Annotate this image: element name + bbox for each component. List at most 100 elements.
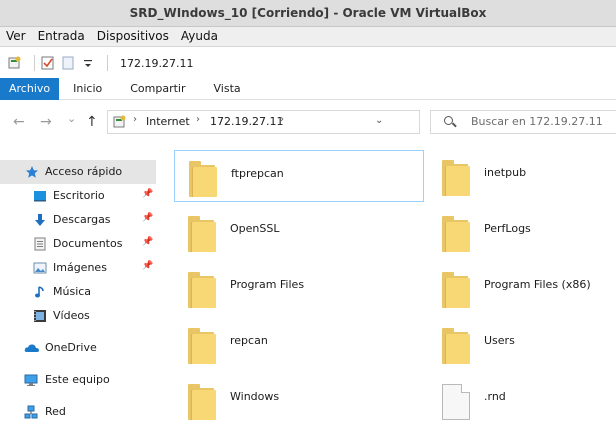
folder-icon [442, 160, 470, 196]
folder-name: Windows [230, 390, 280, 403]
tab-vista[interactable]: Vista [200, 78, 255, 100]
sidebar-item-imagenes[interactable]: Imágenes 📌 [0, 256, 156, 280]
folder-name: Users [484, 334, 515, 347]
desktop-icon [33, 189, 47, 203]
folder-icon [188, 328, 216, 364]
properties-icon[interactable] [8, 56, 22, 70]
file-list: ftprepcan inetpub OpenSSL PerfLogs Progr… [160, 145, 616, 439]
folder-name: Program Files [230, 278, 305, 291]
folder-item-ftprepcan[interactable]: ftprepcan [174, 150, 424, 202]
checkmark-icon[interactable] [41, 56, 55, 70]
sidebar-item-label: Descargas [53, 213, 111, 226]
menu-ayuda[interactable]: Ayuda [175, 27, 224, 46]
folder-icon [188, 216, 216, 252]
sidebar-item-label: OneDrive [45, 341, 97, 354]
breadcrumb-separator[interactable]: › [196, 114, 200, 125]
sidebar-item-acceso-rapido[interactable]: Acceso rápido [0, 160, 156, 184]
sidebar-item-label: Imágenes [53, 261, 107, 274]
tab-inicio[interactable]: Inicio [59, 78, 116, 100]
sidebar-item-red[interactable]: Red [0, 400, 156, 424]
vbox-menu-bar: Ver Entrada Dispositivos Ayuda [0, 27, 616, 47]
folder-icon [442, 216, 470, 252]
sidebar-item-escritorio[interactable]: Escritorio 📌 [0, 184, 156, 208]
quick-access-toolbar: 172.19.27.11 [0, 48, 616, 78]
network-icon [24, 405, 38, 419]
pin-icon[interactable]: 📌 [142, 261, 153, 271]
sidebar-item-onedrive[interactable]: OneDrive [0, 336, 156, 360]
file-icon [442, 384, 470, 420]
address-history-chevron-icon[interactable]: ⌄ [375, 115, 383, 126]
menu-dispositivos[interactable]: Dispositivos [91, 27, 175, 46]
folder-item-inetpub[interactable]: inetpub [428, 150, 616, 202]
computer-icon [24, 373, 38, 387]
file-item-rnd[interactable]: .rnd [428, 374, 616, 426]
search-placeholder: Buscar en 172.19.27.11 [471, 115, 603, 128]
sidebar-item-descargas[interactable]: Descargas 📌 [0, 208, 156, 232]
folder-item-users[interactable]: Users [428, 318, 616, 370]
search-icon [444, 116, 453, 125]
folder-icon [442, 328, 470, 364]
up-arrow-icon[interactable]: ↑ [86, 114, 98, 130]
folder-name: OpenSSL [230, 222, 280, 235]
pin-icon[interactable]: 📌 [142, 237, 153, 247]
documents-icon [33, 237, 47, 251]
folder-item-program-files[interactable]: Program Files [174, 262, 424, 314]
breadcrumb-separator[interactable]: › [280, 114, 284, 125]
folder-icon [442, 272, 470, 308]
pin-icon[interactable]: 📌 [142, 189, 153, 199]
search-input[interactable]: Buscar en 172.19.27.11 [430, 110, 616, 134]
folder-title: 172.19.27.11 [120, 56, 194, 70]
toolbar-divider [107, 55, 108, 71]
pictures-icon [33, 261, 47, 275]
back-arrow-icon[interactable]: ← [13, 114, 25, 130]
tab-archivo[interactable]: Archivo [0, 78, 60, 100]
address-row: ← → ⌄ ↑ › Internet › 172.19.27.11 › ⌄ ↻ … [0, 100, 616, 144]
sidebar-item-label: Música [53, 285, 92, 298]
address-bar[interactable]: › Internet › 172.19.27.11 › ⌄ ↻ [107, 110, 514, 134]
folder-name: repcan [230, 334, 268, 347]
folder-item-program-files-x86[interactable]: Program Files (x86) [428, 262, 616, 314]
recent-locations-chevron-icon[interactable]: ⌄ [67, 112, 76, 125]
menu-entrada[interactable]: Entrada [32, 27, 91, 46]
folder-item-perflogs[interactable]: PerfLogs [428, 206, 616, 258]
download-icon [33, 213, 47, 227]
sidebar-item-label: Escritorio [53, 189, 105, 202]
breadcrumb-separator[interactable]: › [133, 114, 137, 125]
customize-dropdown-icon[interactable] [81, 56, 95, 70]
file-name: .rnd [484, 390, 506, 403]
toolbar-divider [34, 55, 35, 71]
sidebar-item-label: Documentos [53, 237, 123, 250]
folder-icon [188, 384, 216, 420]
sidebar-item-este-equipo[interactable]: Este equipo [0, 368, 156, 392]
music-icon [33, 285, 47, 299]
sidebar-item-videos[interactable]: Vídeos [0, 304, 156, 328]
sidebar-item-label: Vídeos [53, 309, 90, 322]
sidebar-item-label: Red [45, 405, 66, 418]
videos-icon [33, 309, 47, 323]
folder-item-windows[interactable]: Windows [174, 374, 424, 426]
folder-name: PerfLogs [484, 222, 531, 235]
menu-ver[interactable]: Ver [0, 27, 32, 46]
sidebar-item-label: Este equipo [45, 373, 110, 386]
sidebar-item-musica[interactable]: Música [0, 280, 156, 304]
folder-icon [188, 272, 216, 308]
folder-item-repcan[interactable]: repcan [174, 318, 424, 370]
folder-item-openssl[interactable]: OpenSSL [174, 206, 424, 258]
breadcrumb-internet[interactable]: Internet [146, 115, 190, 128]
folder-icon [189, 161, 217, 197]
star-icon [25, 165, 39, 179]
cloud-icon [24, 341, 39, 355]
network-location-icon [113, 115, 127, 129]
pin-icon[interactable]: 📌 [142, 213, 153, 223]
navigation-pane: Acceso rápido Escritorio 📌 Descargas 📌 D… [0, 152, 160, 439]
new-folder-icon[interactable] [61, 56, 75, 70]
folder-name: inetpub [484, 166, 527, 179]
window-title: SRD_WIndows_10 [Corriendo] - Oracle VM V… [0, 0, 616, 27]
folder-name: ftprepcan [231, 167, 284, 180]
tab-compartir[interactable]: Compartir [116, 78, 199, 100]
breadcrumb-host[interactable]: 172.19.27.11 [210, 115, 283, 128]
sidebar-item-documentos[interactable]: Documentos 📌 [0, 232, 156, 256]
forward-arrow-icon[interactable]: → [40, 114, 52, 130]
ribbon-tabs: Archivo Inicio Compartir Vista [0, 78, 616, 100]
sidebar-item-label: Acceso rápido [45, 165, 123, 178]
